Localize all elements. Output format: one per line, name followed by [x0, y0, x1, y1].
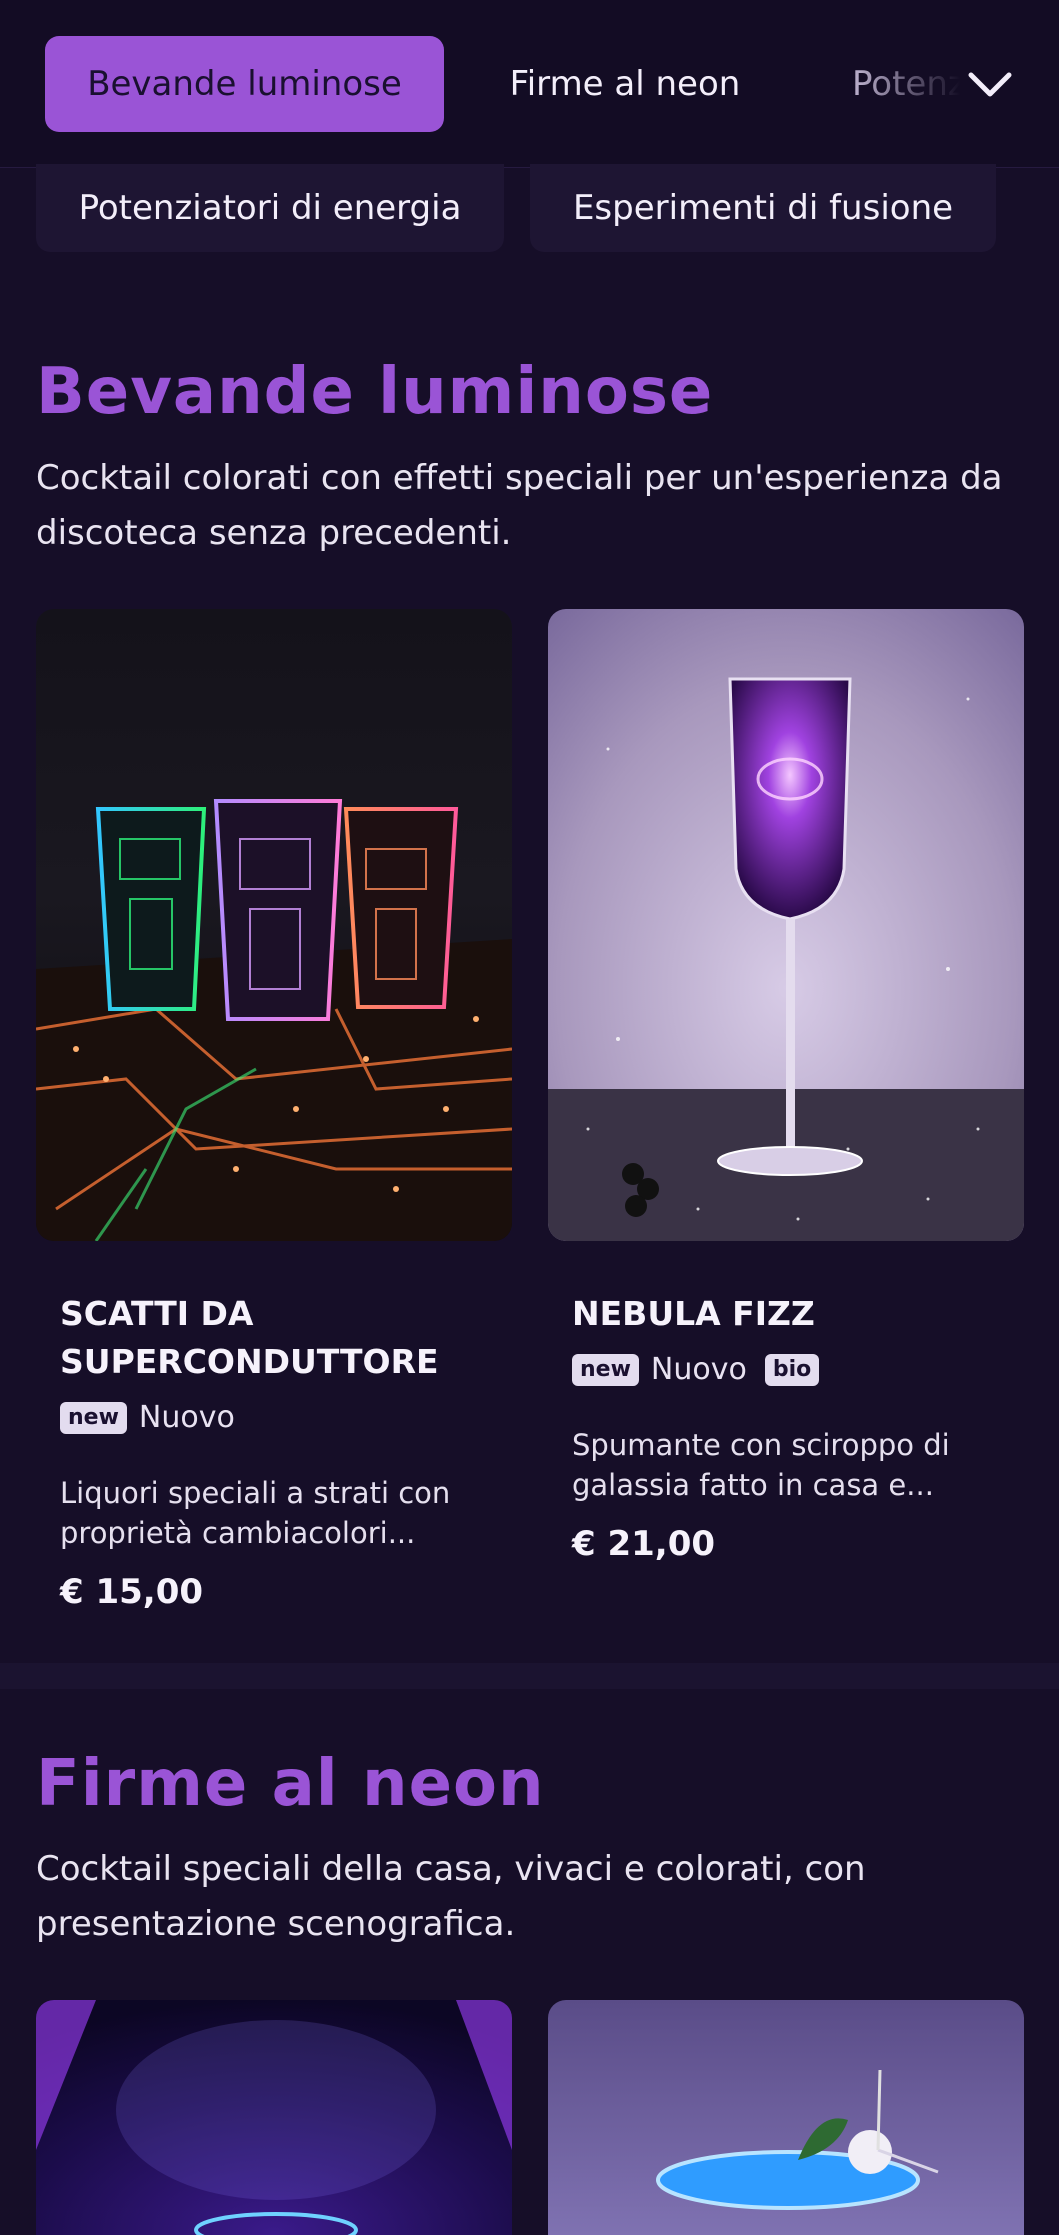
tab-firme-al-neon[interactable]: Firme al neon [470, 36, 780, 132]
drink-image [548, 2000, 1024, 2235]
category-nav: Bevande luminose Firme al neon Potenziat… [0, 0, 1059, 168]
drink-image [548, 609, 1024, 1241]
item-name: NEBULA FIZZ [572, 1294, 815, 1333]
drink-image [36, 609, 512, 1241]
menu-item-card[interactable]: NEBULA FIZZ new Nuovo bio Spumante con s… [548, 609, 1024, 1609]
item-description: Liquori speciali a strati con proprietà … [60, 1476, 451, 1550]
badge-label: Nuovo [650, 1352, 747, 1387]
item-description: Spumante con sciroppo di galassia fatto … [572, 1428, 950, 1502]
item-price: € 15,00 [60, 1572, 204, 1612]
section-title: Firme al neon [36, 1747, 545, 1821]
item-badges: new Nuovo bio [572, 1352, 820, 1387]
subtab-esperimenti-di-fusione[interactable]: Esperimenti di fusione [530, 164, 996, 252]
item-badges: new Nuovo [60, 1400, 235, 1435]
section-divider [0, 1663, 1059, 1689]
menu-item-card[interactable]: SCATTI DA SUPERCONDUTTORE new Nuovo Liqu… [36, 609, 512, 1649]
bio-badge: bio [764, 1353, 820, 1386]
tab-potenziatori[interactable]: Potenziatori di energia [820, 36, 960, 132]
item-name: SCATTI DA SUPERCONDUTTORE [60, 1294, 439, 1381]
menu-item-card[interactable] [548, 2000, 1024, 2235]
section-description: Cocktail colorati con effetti speciali p… [36, 458, 1003, 553]
item-price: € 21,00 [572, 1524, 716, 1564]
section-title: Bevande luminose [36, 355, 714, 429]
badge-label: Nuovo [138, 1400, 235, 1435]
new-badge: new [572, 1353, 639, 1386]
new-badge: new [60, 1401, 127, 1434]
subtab-potenziatori-di-energia[interactable]: Potenziatori di energia [36, 164, 504, 252]
section-description: Cocktail speciali della casa, vivaci e c… [36, 1849, 866, 1944]
drink-image [36, 2000, 512, 2235]
chevron-down-icon[interactable] [955, 50, 1025, 120]
menu-item-card[interactable] [36, 2000, 512, 2235]
tab-bevande-luminose[interactable]: Bevande luminose [45, 36, 444, 132]
